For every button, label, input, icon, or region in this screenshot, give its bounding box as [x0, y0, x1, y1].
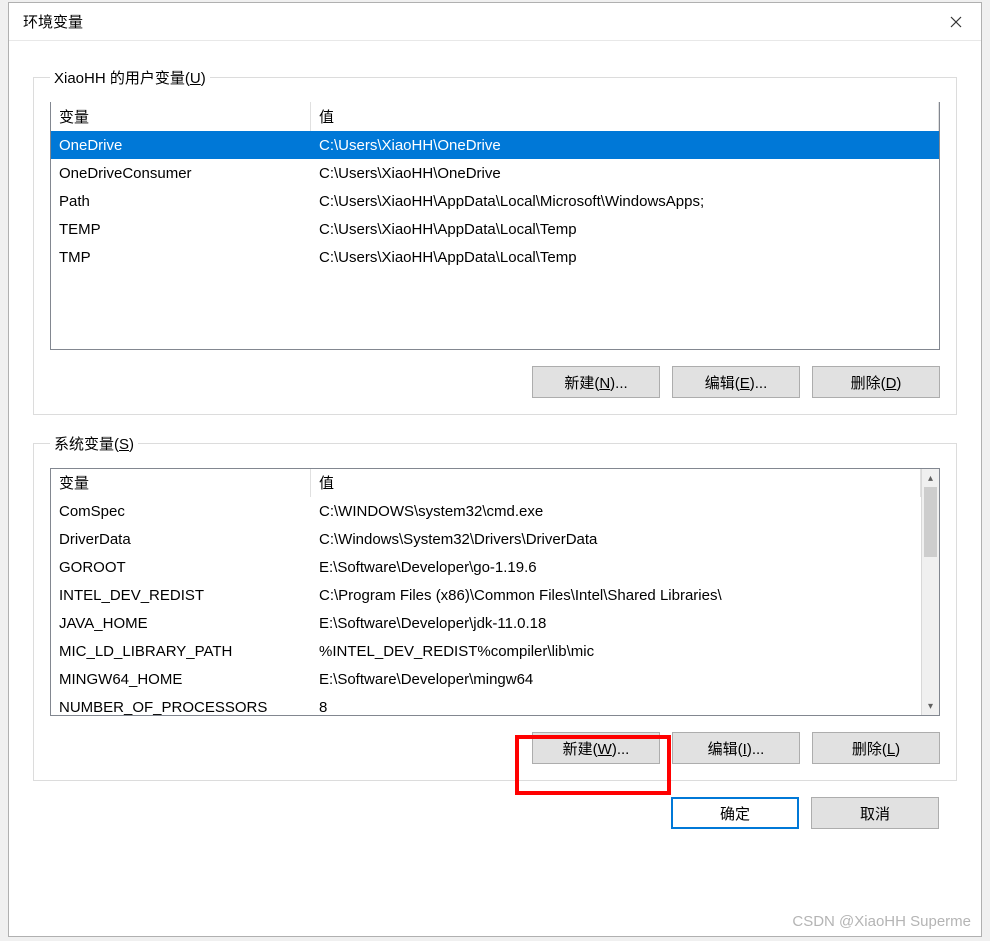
table-row[interactable]: TMPC:\Users\XiaoHH\AppData\Local\Temp: [51, 243, 939, 271]
system-delete-button[interactable]: 删除(L): [812, 732, 940, 764]
variable-name: OneDrive: [51, 137, 311, 154]
variable-value: C:\Windows\System32\Drivers\DriverData: [311, 531, 921, 548]
table-row[interactable]: NUMBER_OF_PROCESSORS8: [51, 693, 921, 715]
table-row[interactable]: PathC:\Users\XiaoHH\AppData\Local\Micros…: [51, 187, 939, 215]
sys-legend-prefix: 系统变量(: [54, 436, 119, 453]
variable-value: C:\WINDOWS\system32\cmd.exe: [311, 503, 921, 520]
variable-name: TMP: [51, 249, 311, 266]
system-variables-legend: 系统变量(S): [50, 433, 138, 454]
scroll-track[interactable]: [922, 487, 939, 697]
scroll-up-arrow-icon[interactable]: ▴: [922, 469, 939, 487]
user-header-value[interactable]: 值: [311, 102, 939, 131]
user-edit-button[interactable]: 编辑(E)...: [672, 366, 800, 398]
variable-value: 8: [311, 699, 921, 716]
system-list-header: 变量 值: [51, 469, 921, 497]
table-row[interactable]: OneDriveConsumerC:\Users\XiaoHH\OneDrive: [51, 159, 939, 187]
table-row[interactable]: TEMPC:\Users\XiaoHH\AppData\Local\Temp: [51, 215, 939, 243]
scroll-thumb[interactable]: [924, 487, 937, 557]
sys-legend-hotkey: S: [119, 436, 129, 453]
system-header-variable[interactable]: 变量: [51, 469, 311, 497]
variable-value: E:\Software\Developer\jdk-11.0.18: [311, 615, 921, 632]
variable-name: JAVA_HOME: [51, 615, 311, 632]
cancel-button[interactable]: 取消: [811, 797, 939, 829]
system-button-row: 新建(W)... 编辑(I)... 删除(L): [50, 732, 940, 764]
variable-name: MIC_LD_LIBRARY_PATH: [51, 643, 311, 660]
table-row[interactable]: GOROOTE:\Software\Developer\go-1.19.6: [51, 553, 921, 581]
dialog-footer: 确定 取消: [27, 789, 963, 839]
scroll-down-arrow-icon[interactable]: ▾: [922, 697, 939, 715]
table-row[interactable]: ComSpecC:\WINDOWS\system32\cmd.exe: [51, 497, 921, 525]
table-row[interactable]: OneDriveC:\Users\XiaoHH\OneDrive: [51, 131, 939, 159]
user-delete-button[interactable]: 删除(D): [812, 366, 940, 398]
user-variables-legend: XiaoHH 的用户变量(U): [50, 67, 210, 88]
variable-value: E:\Software\Developer\mingw64: [311, 671, 921, 688]
user-variables-group: XiaoHH 的用户变量(U) 变量 值 OneDriveC:\Users\Xi…: [33, 67, 957, 415]
variable-name: OneDriveConsumer: [51, 165, 311, 182]
variable-name: INTEL_DEV_REDIST: [51, 587, 311, 604]
variable-value: C:\Program Files (x86)\Common Files\Inte…: [311, 587, 921, 604]
variable-value: C:\Users\XiaoHH\OneDrive: [311, 165, 939, 182]
ok-button[interactable]: 确定: [671, 797, 799, 829]
variable-name: TEMP: [51, 221, 311, 238]
sys-legend-suffix: ): [129, 436, 134, 453]
table-row[interactable]: INTEL_DEV_REDISTC:\Program Files (x86)\C…: [51, 581, 921, 609]
window-title: 环境变量: [23, 11, 83, 32]
variable-value: %INTEL_DEV_REDIST%compiler\lib\mic: [311, 643, 921, 660]
variable-name: NUMBER_OF_PROCESSORS: [51, 699, 311, 716]
user-header-variable[interactable]: 变量: [51, 102, 311, 131]
system-edit-button[interactable]: 编辑(I)...: [672, 732, 800, 764]
system-new-button[interactable]: 新建(W)...: [532, 732, 660, 764]
table-row[interactable]: DriverDataC:\Windows\System32\Drivers\Dr…: [51, 525, 921, 553]
variable-value: C:\Users\XiaoHH\AppData\Local\Temp: [311, 249, 939, 266]
variable-name: MINGW64_HOME: [51, 671, 311, 688]
system-list-scrollbar[interactable]: ▴ ▾: [921, 469, 939, 715]
user-new-button[interactable]: 新建(N)...: [532, 366, 660, 398]
environment-variables-dialog: 环境变量 XiaoHH 的用户变量(U) 变量 值 OneDriveC:\Use…: [8, 2, 982, 937]
variable-value: C:\Users\XiaoHH\AppData\Local\Temp: [311, 221, 939, 238]
close-button[interactable]: [931, 4, 981, 40]
variable-name: ComSpec: [51, 503, 311, 520]
user-button-row: 新建(N)... 编辑(E)... 删除(D): [50, 366, 940, 398]
system-header-value[interactable]: 值: [311, 469, 921, 497]
system-variables-group: 系统变量(S) 变量 值 ComSpecC:\WINDOWS\system32\…: [33, 433, 957, 781]
table-row[interactable]: MIC_LD_LIBRARY_PATH%INTEL_DEV_REDIST%com…: [51, 637, 921, 665]
variable-name: GOROOT: [51, 559, 311, 576]
user-list-header: 变量 值: [51, 103, 939, 131]
table-row[interactable]: MINGW64_HOMEE:\Software\Developer\mingw6…: [51, 665, 921, 693]
user-legend-prefix: XiaoHH 的用户变量(: [54, 70, 190, 87]
variable-value: C:\Users\XiaoHH\OneDrive: [311, 137, 939, 154]
close-icon: [950, 16, 962, 28]
table-row[interactable]: JAVA_HOMEE:\Software\Developer\jdk-11.0.…: [51, 609, 921, 637]
user-legend-hotkey: U: [190, 70, 201, 87]
user-legend-suffix: ): [201, 70, 206, 87]
variable-value: C:\Users\XiaoHH\AppData\Local\Microsoft\…: [311, 193, 939, 210]
user-variables-list[interactable]: 变量 值 OneDriveC:\Users\XiaoHH\OneDriveOne…: [50, 102, 940, 350]
titlebar: 环境变量: [9, 3, 981, 41]
variable-name: DriverData: [51, 531, 311, 548]
variable-value: E:\Software\Developer\go-1.19.6: [311, 559, 921, 576]
system-variables-list[interactable]: 变量 值 ComSpecC:\WINDOWS\system32\cmd.exeD…: [50, 468, 940, 716]
variable-name: Path: [51, 193, 311, 210]
